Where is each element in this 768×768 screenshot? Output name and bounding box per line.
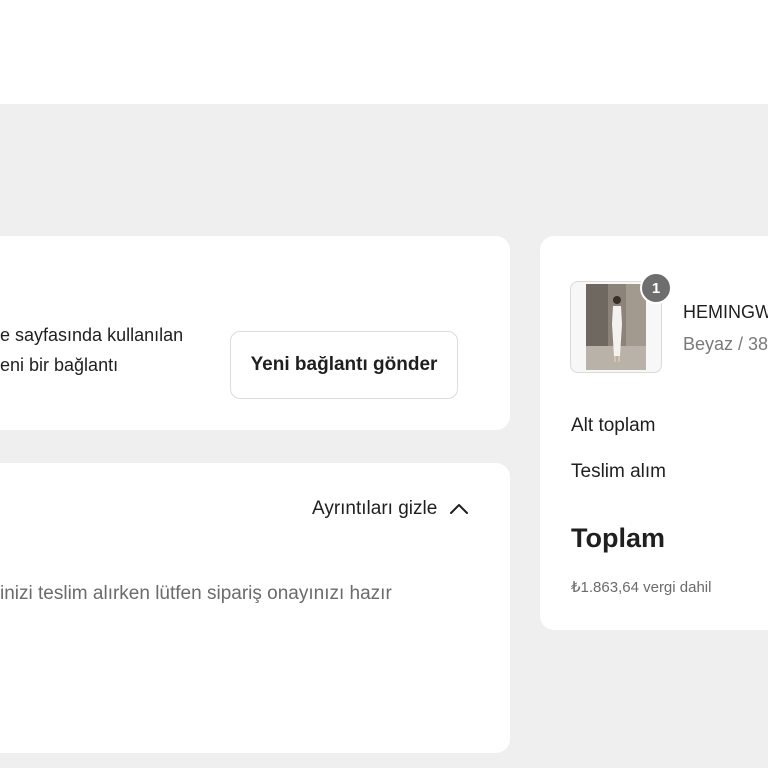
chevron-up-icon: [450, 504, 469, 514]
product-variant: Beyaz / 38: [683, 334, 768, 354]
order-summary-card: 1 HEMINGW Beyaz / 38 Alt toplam Teslim a…: [540, 236, 768, 630]
total-label: Toplam: [571, 523, 665, 553]
link-card-text: e sayfasında kullanılan eni bir bağlantı: [0, 320, 183, 380]
pickup-label: Teslim alım: [571, 461, 667, 482]
top-header-area: [0, 0, 768, 104]
details-card: Ayrıntıları gizle inizi teslim alırken l…: [0, 463, 510, 753]
link-card-text-line-1: e sayfasında kullanılan: [0, 325, 184, 345]
product-name: HEMINGW: [683, 302, 768, 322]
link-card-text-line-2: eni bir bağlantı: [0, 355, 119, 375]
send-new-link-button[interactable]: Yeni bağlantı gönder: [230, 331, 458, 399]
hide-details-label: Ayrıntıları gizle: [312, 498, 438, 519]
subtotal-label: Alt toplam: [571, 415, 656, 436]
tax-included-note: ₺1.863,64 vergi dahil: [571, 579, 712, 596]
pickup-instructions-text: inizi teslim alırken lütfen sipariş onay…: [0, 583, 392, 604]
quantity-badge: 1: [640, 272, 672, 304]
product-image: [586, 284, 646, 370]
link-card: e sayfasında kullanılan eni bir bağlantı…: [0, 236, 510, 430]
hide-details-toggle[interactable]: Ayrıntıları gizle: [312, 495, 471, 523]
